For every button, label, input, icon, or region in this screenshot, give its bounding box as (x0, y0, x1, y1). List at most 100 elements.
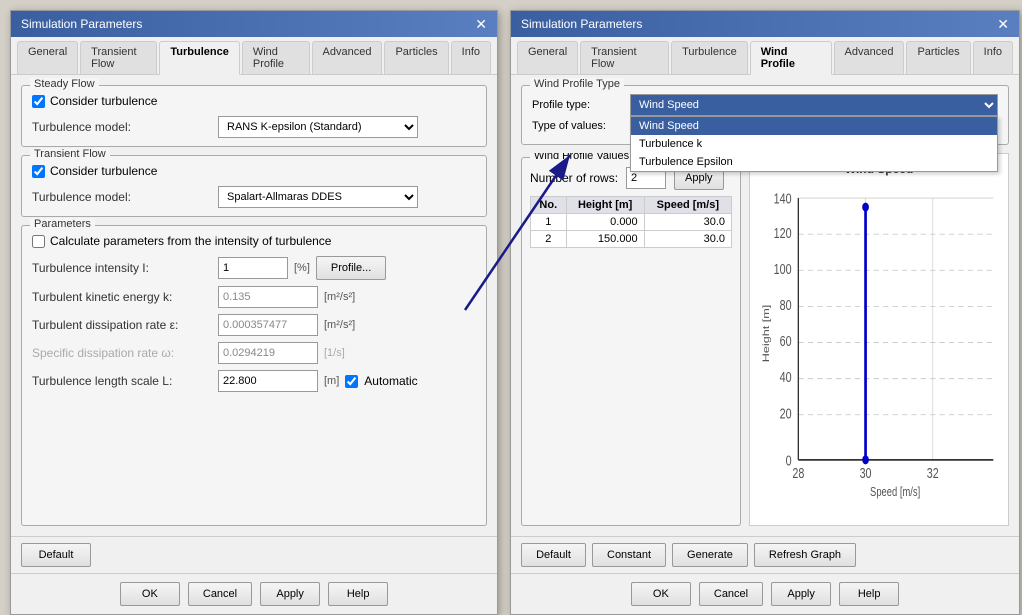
right-constant-button[interactable]: Constant (592, 543, 666, 567)
kinetic-energy-input[interactable] (218, 286, 318, 308)
right-tab-wind-profile[interactable]: Wind Profile (750, 41, 832, 75)
left-footer: OK Cancel Apply Help (11, 573, 497, 614)
type-of-values-label: Type of values: (532, 120, 622, 132)
svg-text:140: 140 (774, 190, 792, 207)
right-refresh-graph-button[interactable]: Refresh Graph (754, 543, 856, 567)
right-tab-bar: General Transient Flow Turbulence Wind P… (511, 37, 1019, 75)
calc-intensity-label: Calculate parameters from the intensity … (50, 234, 331, 248)
left-tab-transient-flow[interactable]: Transient Flow (80, 41, 157, 74)
specific-dissipation-label: Specific dissipation rate ω: (32, 346, 212, 360)
main-content-row: Wind Profile Values Number of rows: Appl… (521, 153, 1009, 526)
svg-text:20: 20 (780, 405, 792, 422)
length-scale-row: Turbulence length scale L: [m] Automatic (32, 370, 476, 392)
row2-height[interactable]: 150.000 (566, 231, 644, 248)
svg-text:32: 32 (927, 464, 939, 481)
left-tab-wind-profile[interactable]: Wind Profile (242, 41, 310, 74)
calc-intensity-checkbox[interactable] (32, 235, 45, 248)
left-content: Steady Flow Consider turbulence Turbulen… (11, 75, 497, 536)
left-title-bar: Simulation Parameters ✕ (11, 11, 497, 37)
right-dialog-title: Simulation Parameters (521, 17, 642, 31)
steady-turbulence-model-select[interactable]: RANS K-epsilon (Standard) (218, 116, 418, 138)
kinetic-energy-label: Turbulent kinetic energy k: (32, 290, 212, 304)
steady-turbulence-model-row: Turbulence model: RANS K-epsilon (Standa… (32, 116, 476, 138)
left-tab-turbulence[interactable]: Turbulence (159, 41, 239, 75)
dissipation-rate-input[interactable] (218, 314, 318, 336)
left-help-button[interactable]: Help (328, 582, 388, 606)
right-tab-info[interactable]: Info (973, 41, 1013, 74)
transient-consider-turbulence-checkbox[interactable] (32, 165, 45, 178)
left-dialog: Simulation Parameters ✕ General Transien… (10, 10, 498, 615)
length-scale-input[interactable] (218, 370, 318, 392)
row2-speed[interactable]: 30.0 (644, 231, 731, 248)
left-cancel-button[interactable]: Cancel (188, 582, 252, 606)
svg-text:100: 100 (774, 260, 792, 277)
right-help-button[interactable]: Help (839, 582, 899, 606)
left-default-button[interactable]: Default (21, 543, 91, 567)
profile-type-select[interactable]: Wind Speed Turbulence k Turbulence Epsil… (630, 94, 998, 116)
svg-text:30: 30 (860, 464, 872, 481)
right-title-bar: Simulation Parameters ✕ (511, 11, 1019, 37)
specific-dissipation-row: Specific dissipation rate ω: [1/s] (32, 342, 476, 364)
transient-turbulence-model-row: Turbulence model: Spalart-Allmaras DDES (32, 186, 476, 208)
right-ok-button[interactable]: OK (631, 582, 691, 606)
svg-text:60: 60 (780, 332, 792, 349)
col-no-header: No. (531, 197, 567, 214)
dropdown-option-turbulence-epsilon[interactable]: Turbulence Epsilon (631, 153, 997, 171)
right-default-button[interactable]: Default (521, 543, 586, 567)
left-tab-particles[interactable]: Particles (384, 41, 448, 74)
right-tab-particles[interactable]: Particles (906, 41, 970, 74)
transient-consider-turbulence-label: Consider turbulence (50, 164, 157, 178)
dropdown-option-turbulence-k[interactable]: Turbulence k (631, 135, 997, 153)
row1-no: 1 (531, 214, 567, 231)
chart-container: Wind Speed (749, 153, 1009, 526)
right-footer: OK Cancel Apply Help (511, 573, 1019, 614)
col-height-header: Height [m] (566, 197, 644, 214)
right-panel: Wind Speed (749, 153, 1009, 526)
profile-button[interactable]: Profile... (316, 256, 386, 280)
parameters-group: Parameters Calculate parameters from the… (21, 225, 487, 526)
left-apply-button[interactable]: Apply (260, 582, 320, 606)
profile-type-label: Profile type: (532, 99, 622, 111)
svg-text:28: 28 (792, 464, 804, 481)
left-tab-info[interactable]: Info (451, 41, 491, 74)
turbulence-intensity-row: Turbulence intensity I: [%] Profile... (32, 256, 476, 280)
left-tab-general[interactable]: General (17, 41, 78, 74)
wind-speed-chart: 0 20 40 60 80 100 120 140 28 30 32 (758, 180, 1000, 505)
right-tab-turbulence[interactable]: Turbulence (671, 41, 748, 74)
calc-intensity-row: Calculate parameters from the intensity … (32, 234, 476, 248)
right-tab-transient-flow[interactable]: Transient Flow (580, 41, 669, 74)
left-dialog-title: Simulation Parameters (21, 17, 142, 31)
length-scale-auto-checkbox[interactable] (345, 375, 358, 388)
table-row-2: 2 150.000 30.0 (531, 231, 732, 248)
turbulence-intensity-input[interactable] (218, 257, 288, 279)
right-dialog: Simulation Parameters ✕ General Transien… (510, 10, 1020, 615)
transient-turbulence-model-select[interactable]: Spalart-Allmaras DDES (218, 186, 418, 208)
svg-text:Height [m]: Height [m] (761, 305, 771, 363)
wind-profile-values-title: Wind Profile Values (530, 153, 633, 162)
right-apply-button[interactable]: Apply (771, 582, 831, 606)
row2-no: 2 (531, 231, 567, 248)
right-cancel-button[interactable]: Cancel (699, 582, 763, 606)
kinetic-energy-unit: [m²/s²] (324, 291, 355, 303)
left-tab-advanced[interactable]: Advanced (312, 41, 383, 74)
right-middle-footer: Default Constant Generate Refresh Graph (511, 536, 1019, 573)
number-of-rows-label: Number of rows: (530, 171, 618, 185)
left-ok-button[interactable]: OK (120, 582, 180, 606)
steady-flow-title: Steady Flow (30, 78, 99, 90)
steady-flow-group: Steady Flow Consider turbulence Turbulen… (21, 85, 487, 147)
svg-text:0: 0 (786, 452, 792, 469)
right-tab-general[interactable]: General (517, 41, 578, 74)
transient-flow-title: Transient Flow (30, 148, 110, 160)
length-scale-label: Turbulence length scale L: (32, 374, 212, 388)
row1-speed[interactable]: 30.0 (644, 214, 731, 231)
right-content: Wind Profile Type Profile type: Wind Spe… (511, 75, 1019, 536)
row1-height[interactable]: 0.000 (566, 214, 644, 231)
profile-type-row: Profile type: Wind Speed Turbulence k Tu… (532, 94, 998, 116)
right-generate-button[interactable]: Generate (672, 543, 748, 567)
svg-text:120: 120 (774, 224, 792, 241)
left-close-button[interactable]: ✕ (475, 17, 487, 31)
steady-consider-turbulence-checkbox[interactable] (32, 95, 45, 108)
right-close-button[interactable]: ✕ (997, 17, 1009, 31)
right-tab-advanced[interactable]: Advanced (834, 41, 905, 74)
dropdown-option-wind-speed[interactable]: Wind Speed (631, 117, 997, 135)
